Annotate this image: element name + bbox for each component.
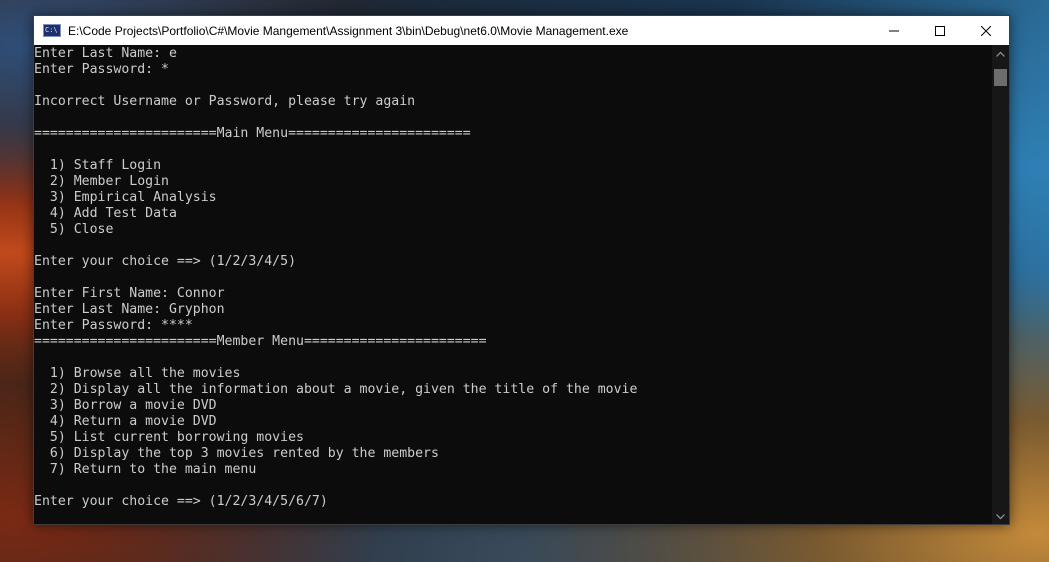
title-bar[interactable]: C:\ E:\Code Projects\Portfolio\C#\Movie … — [34, 16, 1009, 45]
console-line: Enter Last Name: Gryphon — [34, 302, 225, 317]
console-line: 4) Add Test Data — [34, 206, 177, 221]
console-line: Enter your choice ==> (1/2/3/4/5) — [34, 254, 297, 269]
console-line: =======================Member Menu======… — [34, 334, 487, 349]
vertical-scrollbar[interactable] — [992, 45, 1009, 524]
close-button[interactable] — [963, 16, 1009, 45]
console-line: =======================Main Menu========… — [34, 126, 471, 141]
console-output[interactable]: Enter Last Name: e Enter Password: * Incor… — [34, 46, 994, 524]
console-line: 5) Close — [34, 222, 114, 237]
console-line: Enter your choice ==> (1/2/3/4/5/6/7) — [34, 494, 328, 509]
console-line: 6) Display the top 3 movies rented by th… — [34, 446, 439, 461]
window-controls — [871, 16, 1009, 45]
maximize-icon — [935, 25, 945, 36]
chevron-down-icon — [996, 514, 1005, 520]
console-line: 1) Staff Login — [34, 158, 162, 173]
scroll-thumb[interactable] — [994, 69, 1007, 86]
window-title: E:\Code Projects\Portfolio\C#\Movie Mang… — [68, 23, 629, 38]
console-line: Enter Password: **** — [34, 318, 193, 333]
console-line: 7) Return to the main menu — [34, 462, 257, 477]
console-line: Enter Last Name: e — [34, 46, 177, 61]
console-line: 4) Return a movie DVD — [34, 414, 217, 429]
maximize-button[interactable] — [917, 16, 963, 45]
console-line: 2) Member Login — [34, 174, 169, 189]
console-line: Enter Password: * — [34, 62, 169, 77]
console-line: 5) List current borrowing movies — [34, 430, 304, 445]
scroll-up-button[interactable] — [992, 47, 1009, 61]
console-line: 1) Browse all the movies — [34, 366, 241, 381]
minimize-icon — [889, 30, 899, 31]
scroll-down-button[interactable] — [992, 510, 1009, 524]
console-line: 3) Empirical Analysis — [34, 190, 217, 205]
console-window[interactable]: C:\ E:\Code Projects\Portfolio\C#\Movie … — [33, 15, 1010, 525]
minimize-button[interactable] — [871, 16, 917, 45]
console-line: 3) Borrow a movie DVD — [34, 398, 217, 413]
close-icon — [981, 25, 991, 36]
console-line: Enter First Name: Connor — [34, 286, 225, 301]
chevron-up-icon — [996, 51, 1005, 57]
console-app-icon[interactable]: C:\ — [43, 24, 61, 37]
console-line: Incorrect Username or Password, please t… — [34, 94, 416, 109]
console-line: 2) Display all the information about a m… — [34, 382, 638, 397]
